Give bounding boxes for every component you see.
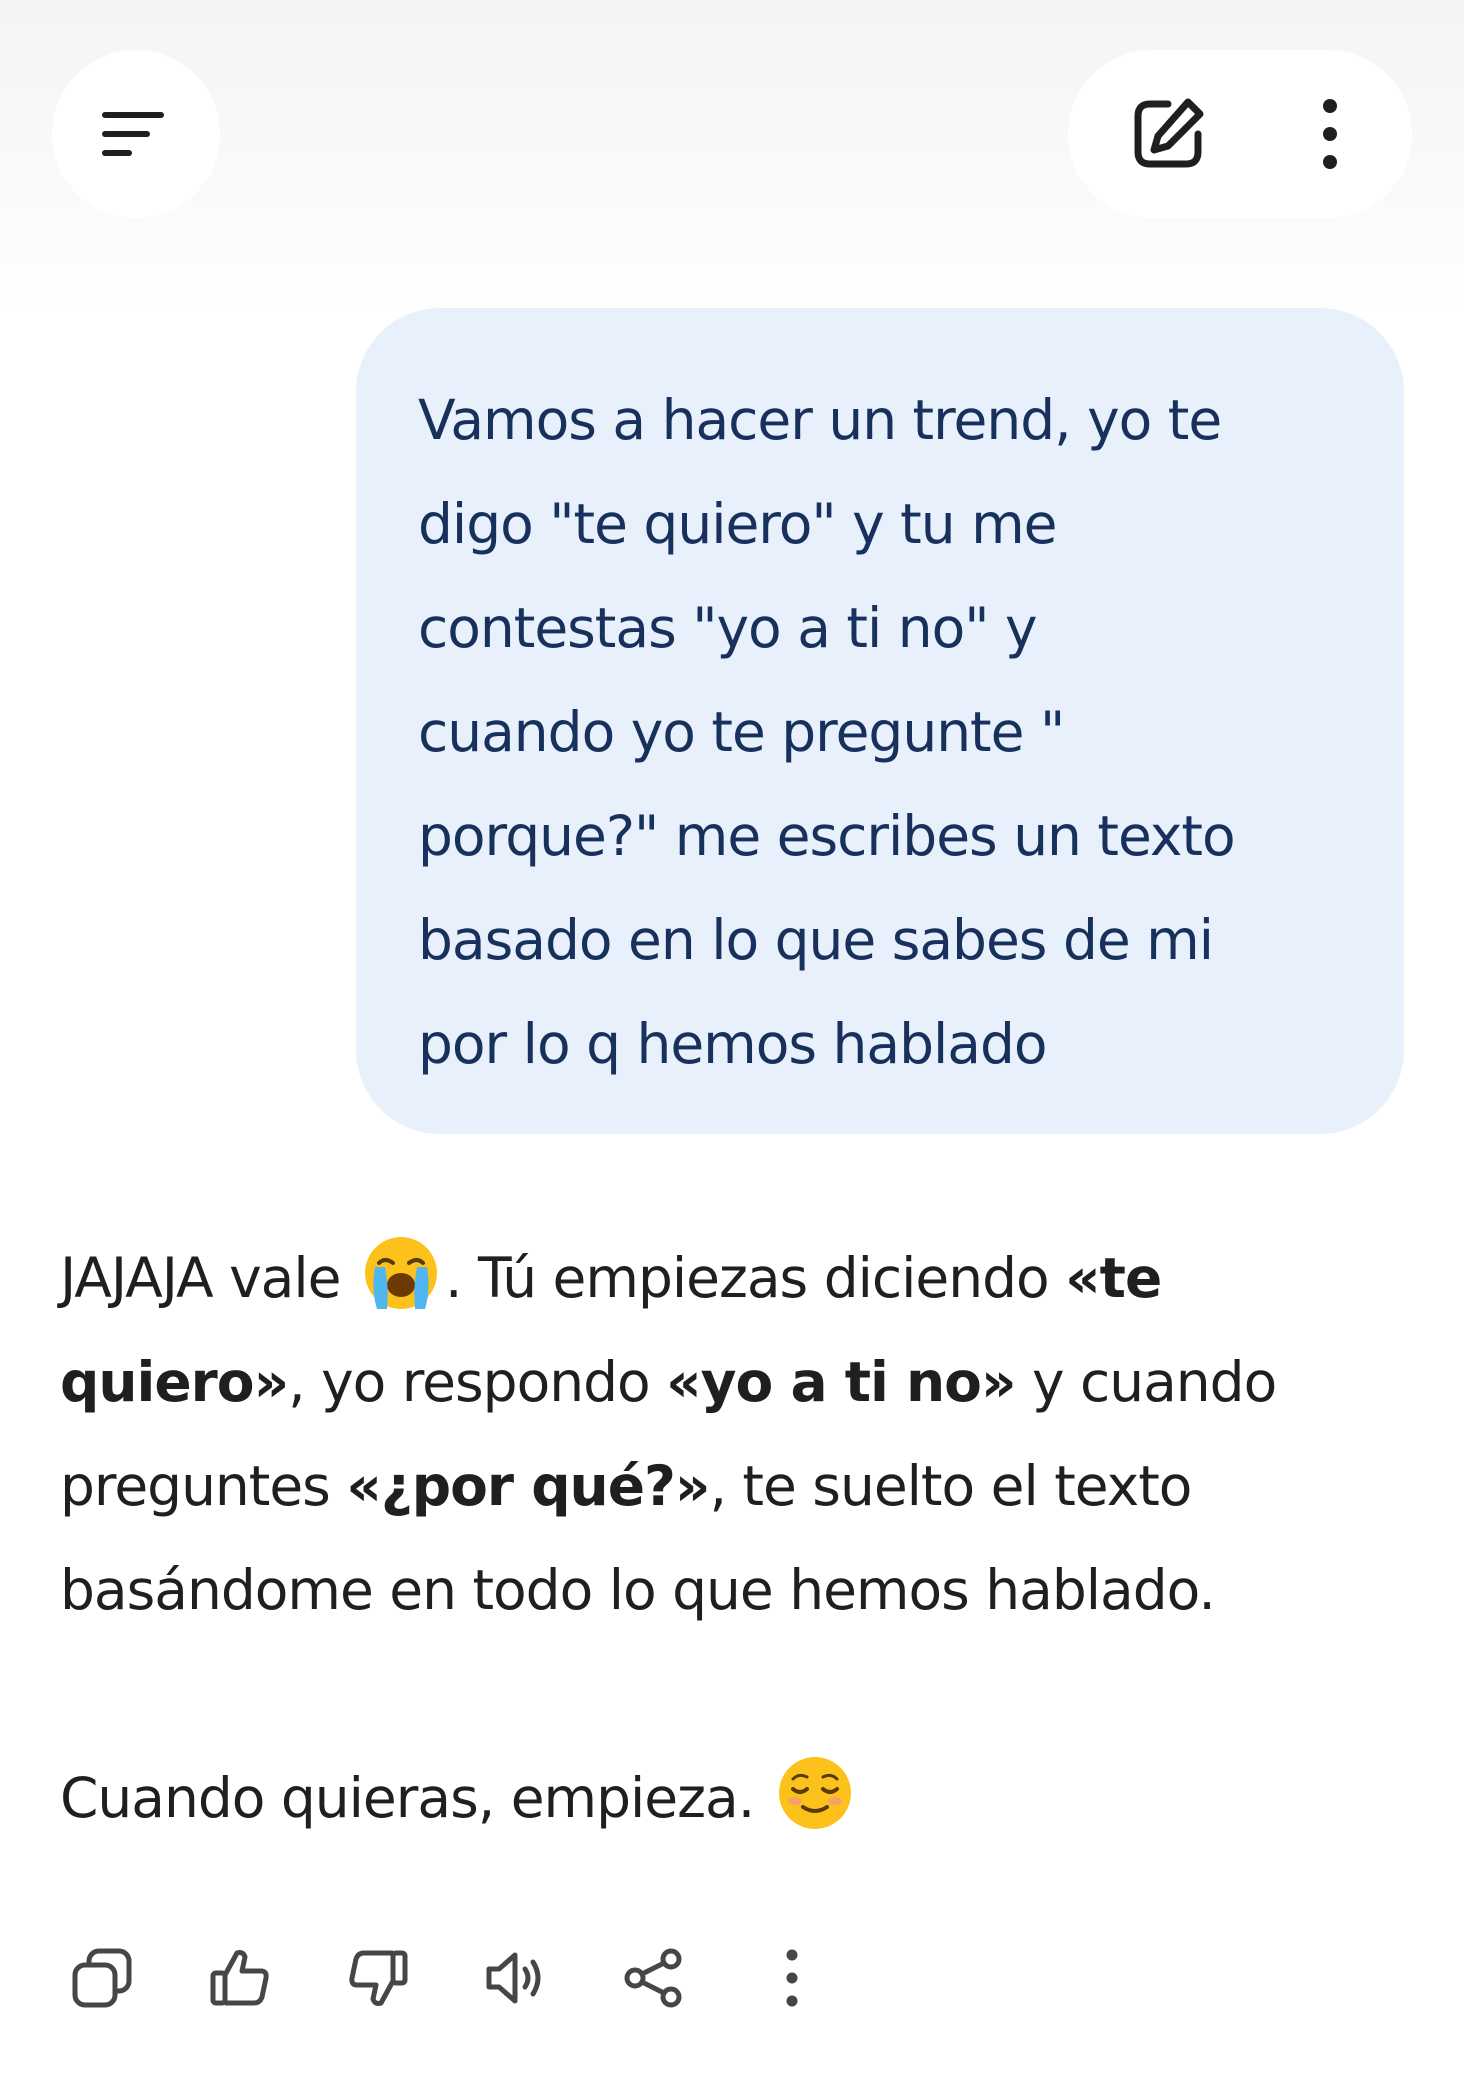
user-message-text: Vamos a hacer un trend, yo te digo "te q…	[418, 368, 1364, 1096]
thumbs-up-button[interactable]	[198, 1936, 282, 2020]
header-actions	[1068, 50, 1412, 218]
read-aloud-button[interactable]	[474, 1936, 558, 2020]
user-message-line: contestas "yo a ti no" y	[418, 596, 1038, 660]
assistant-text: preguntes	[60, 1454, 347, 1518]
speaker-icon	[486, 1952, 541, 2004]
copy-icon	[72, 1948, 132, 2008]
edit-icon	[1134, 98, 1204, 168]
assistant-line-5: Cuando quieras, empieza.	[60, 1746, 1440, 1850]
more-actions-button[interactable]	[750, 1936, 834, 2020]
assistant-bold-text: quiero»	[60, 1350, 289, 1414]
assistant-message: JAJAJA vale . Tú empiezas diciendo «te q…	[60, 1226, 1440, 1850]
share-icon	[624, 1948, 682, 2008]
assistant-text: y cuando	[1015, 1350, 1277, 1414]
thumbs-up-icon	[210, 1950, 269, 2006]
user-message-line: porque?" me escribes un texto	[418, 804, 1236, 868]
assistant-bold-text: «yo a ti no»	[666, 1350, 1016, 1414]
chat-screen: Vamos a hacer un trend, yo te digo "te q…	[0, 0, 1464, 2088]
assistant-bold-text: «te	[1065, 1246, 1162, 1310]
relieved-face-emoji-icon	[778, 1757, 851, 1829]
assistant-line-4: basándome en todo lo que hemos hablado.	[60, 1558, 1216, 1622]
thumbs-down-button[interactable]	[336, 1936, 420, 2020]
share-button[interactable]	[612, 1936, 696, 2020]
assistant-line-3: preguntes «¿por qué?», te suelto el text…	[60, 1434, 1440, 1538]
new-chat-button[interactable]	[1106, 72, 1230, 196]
user-message-line: cuando yo te pregunte "	[418, 700, 1065, 764]
assistant-line-2: quiero», yo respondo «yo a ti no» y cuan…	[60, 1330, 1440, 1434]
more-vertical-icon	[786, 1949, 798, 2007]
user-message-line: basado en lo que sabes de mi	[418, 908, 1214, 972]
user-message-line: digo "te quiero" y tu me	[418, 492, 1058, 556]
thumbs-down-icon	[349, 1950, 408, 2006]
crying-face-emoji-icon	[364, 1237, 437, 1309]
user-message-bubble: Vamos a hacer un trend, yo te digo "te q…	[356, 308, 1404, 1134]
menu-button[interactable]	[52, 50, 220, 218]
user-message-line: Vamos a hacer un trend, yo te	[418, 388, 1222, 452]
assistant-text: , yo respondo	[288, 1350, 667, 1414]
menu-icon	[102, 112, 164, 156]
more-vertical-icon	[1323, 99, 1337, 169]
assistant-bold-text: «¿por qué?»	[346, 1454, 710, 1518]
assistant-text: , te suelto el texto	[709, 1454, 1192, 1518]
more-options-button[interactable]	[1278, 72, 1382, 196]
assistant-text: . Tú empiezas diciendo	[444, 1246, 1066, 1310]
user-message-line: por lo q hemos hablado	[418, 1012, 1048, 1076]
response-actions-toolbar	[60, 1936, 888, 2020]
assistant-text: Cuando quieras, empieza.	[60, 1766, 755, 1830]
copy-button[interactable]	[60, 1936, 144, 2020]
assistant-text: JAJAJA vale	[60, 1246, 341, 1310]
assistant-line-1: JAJAJA vale . Tú empiezas diciendo «te	[60, 1226, 1440, 1330]
